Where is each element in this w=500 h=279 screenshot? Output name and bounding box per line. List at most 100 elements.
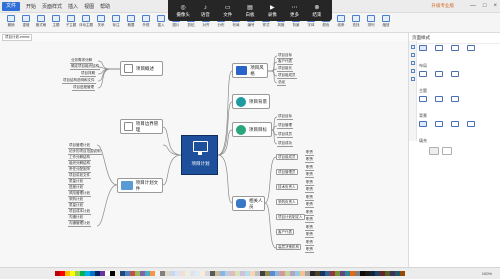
pen-button[interactable]	[442, 147, 452, 155]
leaf-style-5[interactable]: 总经	[277, 80, 286, 86]
ribbon-button-7[interactable]: 标注	[109, 15, 123, 28]
background-option-1[interactable]	[419, 121, 427, 127]
style-tab-icon[interactable]	[410, 45, 415, 49]
zoom-level[interactable]: 100%	[482, 271, 492, 276]
theme-option-1[interactable]	[419, 96, 427, 102]
menu-item-page-style[interactable]: 页面样式	[42, 3, 62, 10]
menu-item-insert[interactable]: 插入	[68, 3, 78, 10]
people-node-1[interactable]: 项目组成员	[276, 154, 298, 160]
people-duty-2-1[interactable]: 职责	[305, 165, 314, 171]
ribbon-button-9[interactable]: 外框	[139, 15, 153, 28]
history-tab-icon[interactable]	[410, 69, 415, 73]
people-duty-1-2[interactable]: 职责	[305, 157, 314, 163]
leaf-style-3[interactable]: 项目组长	[277, 66, 293, 72]
floatbar-button-3[interactable]: ▤ 白板	[239, 4, 261, 18]
leaf-style-4[interactable]: 项目组成员	[277, 73, 297, 79]
background-option-2[interactable]	[435, 121, 443, 127]
outline-tab-icon[interactable]	[410, 61, 415, 65]
ribbon-button-24[interactable]: 排列	[364, 15, 378, 28]
ribbon-button-1[interactable]: 重做	[19, 15, 33, 28]
ribbon-button-4[interactable]: 子主题	[64, 15, 78, 28]
layout-org-icon[interactable]	[451, 45, 459, 51]
ribbon-button-6[interactable]: 关系	[94, 15, 108, 28]
layout-tree-icon[interactable]	[435, 45, 443, 51]
layout-option-3[interactable]	[451, 71, 459, 77]
share-tab-icon[interactable]	[410, 77, 415, 81]
people-duty-2-2[interactable]: 职责	[305, 172, 314, 178]
ribbon-button-5[interactable]: 浮动主题	[79, 15, 93, 28]
fill-button[interactable]	[429, 147, 439, 155]
background-option-4[interactable]	[467, 121, 475, 127]
leaf-goal-4[interactable]: 项目成功	[277, 141, 293, 147]
leaf-goal-1[interactable]: 项目目标	[277, 114, 293, 120]
ribbon-button-8[interactable]: 概要	[124, 15, 138, 28]
layout-option-2[interactable]	[435, 71, 443, 77]
ribbon-button-0[interactable]: 撤销	[4, 15, 18, 28]
leaf-docs-14[interactable]: 沟通管理计划	[68, 221, 91, 227]
people-duty-5-2[interactable]: 职责	[305, 217, 314, 223]
people-duty-6-2[interactable]: 职责	[305, 232, 314, 238]
document-tab[interactable]: 项目计划.emmx	[2, 34, 32, 41]
target-icon	[236, 124, 246, 135]
menu-item-start[interactable]: 开始	[26, 3, 36, 10]
close-button[interactable]: ×	[493, 2, 497, 10]
upgrade-link[interactable]: 升级专业版	[432, 3, 455, 9]
ribbon-button-3[interactable]: 主题	[49, 15, 63, 28]
ribbon-button-25[interactable]: 缩放	[379, 15, 393, 28]
menu-item-help[interactable]: 帮助	[100, 3, 110, 10]
menu-item-view[interactable]: 视图	[84, 3, 94, 10]
ribbon-button-22[interactable]: 线条	[334, 15, 348, 28]
people-node-7[interactable]: 高层决策机构	[276, 244, 301, 250]
floatbar-button-4[interactable]: ▶ 录像	[261, 4, 283, 18]
people-duty-6-1[interactable]: 职责	[305, 225, 314, 231]
minimize-button[interactable]: —	[470, 2, 476, 10]
ribbon-button-10[interactable]: 插入	[154, 15, 168, 28]
file-menu-button[interactable]: 文件	[2, 2, 21, 11]
people-node-5[interactable]: 项目计划制定人	[276, 214, 305, 220]
leaf-overview-4[interactable]: 项目结构说明和文件	[62, 78, 96, 84]
layout-option-1[interactable]	[419, 71, 427, 77]
topic-people[interactable]: 相关人员	[232, 196, 265, 211]
color-swatch[interactable]	[400, 271, 405, 276]
people-duty-7-2[interactable]: 职责	[305, 247, 314, 253]
floatbar-button-0[interactable]: ◎ 摄像头	[172, 4, 194, 18]
topic-overview[interactable]: 项目概述	[120, 61, 163, 76]
people-duty-3-1[interactable]: 职责	[305, 180, 314, 186]
leaf-overview-3[interactable]: 项目排期	[80, 71, 96, 77]
maximize-button[interactable]: □	[483, 2, 487, 10]
leaf-overview-5[interactable]: 项目进程管理	[72, 85, 95, 91]
people-node-3[interactable]: 技术负责人	[276, 184, 298, 190]
floatbar-button-6[interactable]: ⊗ 结束	[306, 4, 328, 18]
central-topic[interactable]: 项目计划	[181, 135, 218, 175]
leaf-overview-2[interactable]: 确定项目组织结构	[70, 64, 100, 70]
mindmap-canvas[interactable]: 项目计划 项目概述 项目边界管理 项目计划文件 项目风格 项目背景 项目目标 相…	[0, 41, 408, 267]
people-duty-4-1[interactable]: 职责	[305, 195, 314, 201]
ribbon-button-2[interactable]: 格式刷	[34, 15, 48, 28]
people-node-6[interactable]: 客户代表	[276, 229, 294, 235]
leaf-style-2[interactable]: 客户代表	[277, 59, 293, 65]
people-duty-4-2[interactable]: 职责	[305, 202, 314, 208]
theme-option-3[interactable]	[451, 96, 459, 102]
topic-team[interactable]: 项目边界管理	[120, 119, 163, 134]
people-duty-3-2[interactable]: 职责	[305, 187, 314, 193]
people-duty-1-1[interactable]: 职责	[305, 150, 314, 156]
floatbar-button-2[interactable]: ▭ 文件	[217, 4, 239, 18]
people-duty-5-1[interactable]: 职责	[305, 210, 314, 216]
background-option-3[interactable]	[451, 121, 459, 127]
leaf-goal-3[interactable]: 项目成员	[277, 132, 293, 138]
people-duty-7-1[interactable]: 职责	[305, 240, 314, 246]
people-node-2[interactable]: 项目管理员	[276, 169, 298, 175]
leaf-goal-2[interactable]: 项目管理	[277, 123, 293, 129]
ribbon-button-23[interactable]: 查找	[349, 15, 363, 28]
floatbar-button-5[interactable]: ⋯ 更多	[284, 4, 306, 18]
topic-goal[interactable]: 项目目标	[232, 122, 272, 137]
people-node-4[interactable]: 采购负责人	[276, 199, 298, 205]
topic-style[interactable]: 项目风格	[232, 63, 268, 78]
layout-mindmap-icon[interactable]	[419, 45, 427, 51]
topic-background[interactable]: 项目背景	[232, 94, 270, 109]
theme-option-2[interactable]	[435, 96, 443, 102]
floatbar-button-1[interactable]: ♪ 语音	[194, 4, 216, 18]
topic-docs[interactable]: 项目计划文件	[117, 178, 163, 193]
layout-fishbone-icon[interactable]	[467, 45, 475, 51]
icon-tab-icon[interactable]	[410, 53, 415, 57]
